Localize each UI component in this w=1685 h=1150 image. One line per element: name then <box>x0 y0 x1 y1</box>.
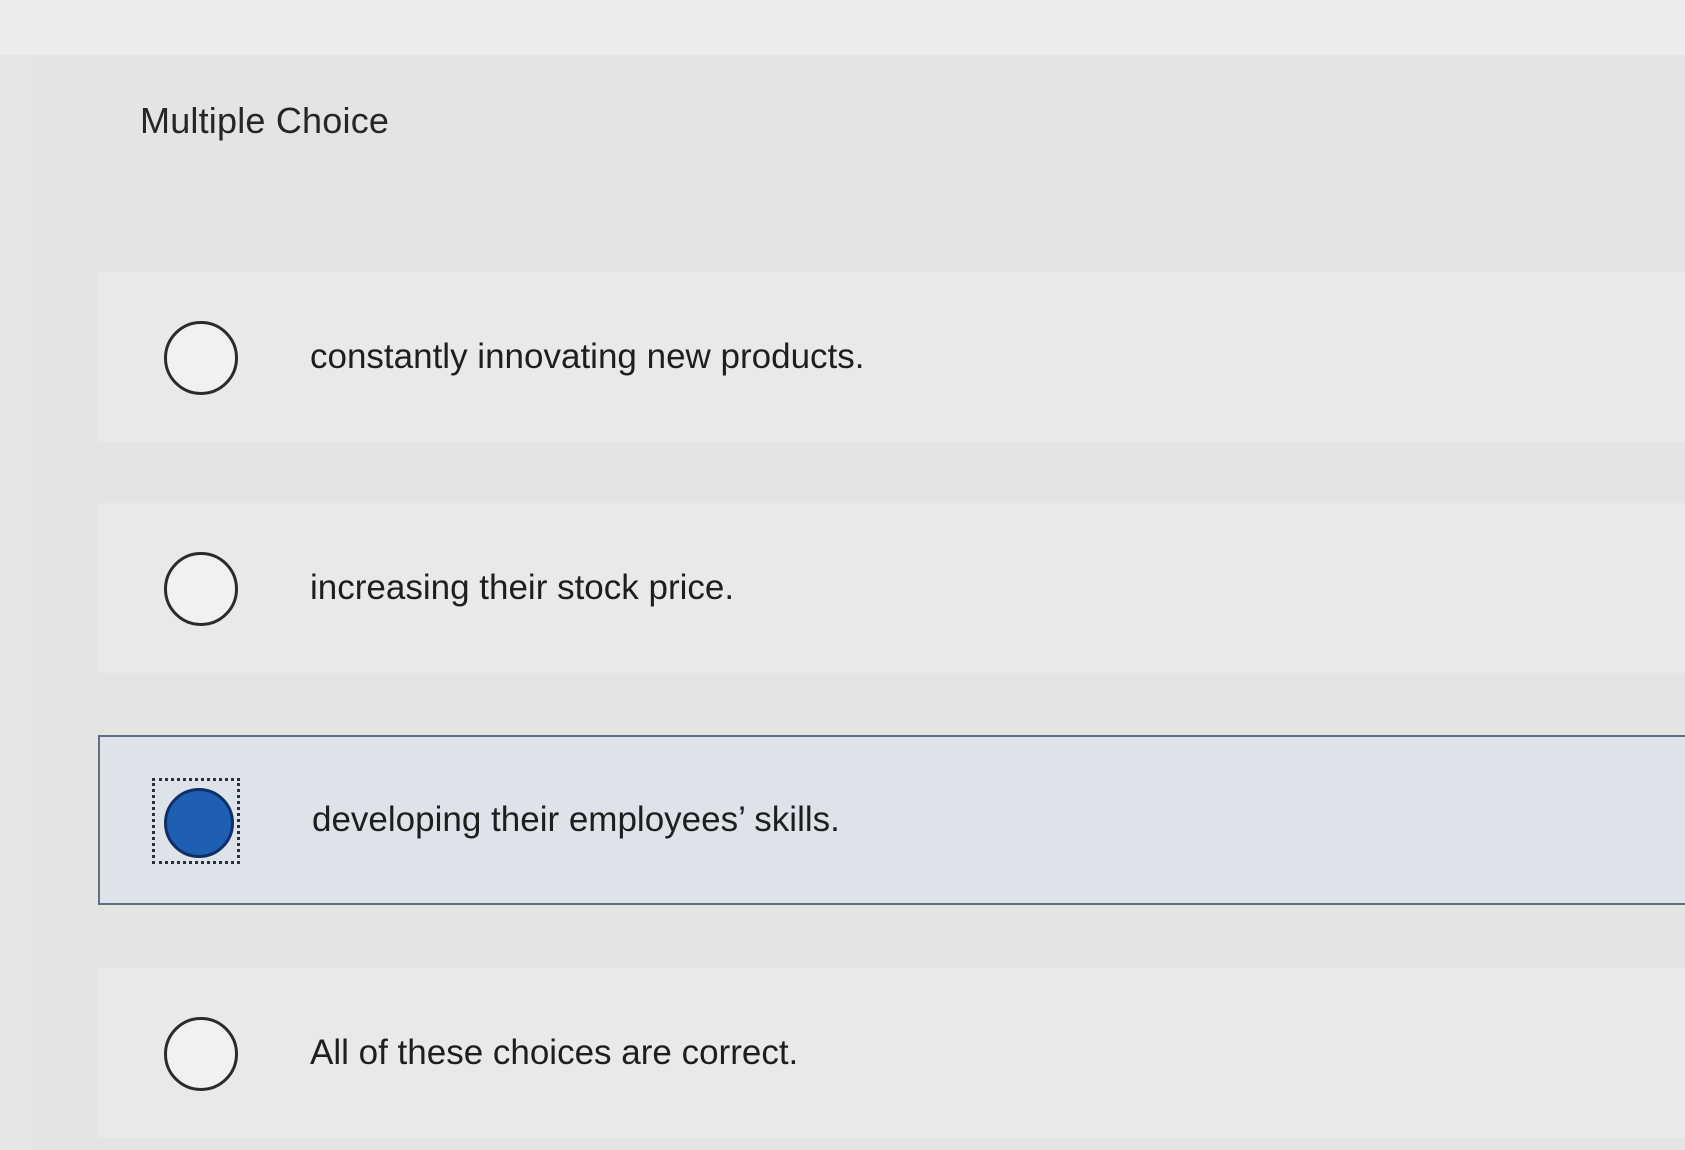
question-type-heading: Multiple Choice <box>140 100 390 141</box>
radio-button-checked-icon[interactable] <box>164 788 234 858</box>
radio-button-unchecked-icon[interactable] <box>164 552 238 626</box>
choice-label: developing their employees’ skills. <box>312 800 840 839</box>
page-top-band <box>0 0 1685 55</box>
radio-button-unchecked-icon[interactable] <box>164 1017 238 1091</box>
choice-option-2[interactable]: increasing their stock price. <box>98 503 1685 673</box>
focus-ring <box>152 778 240 864</box>
choice-label: constantly innovating new products. <box>310 337 865 376</box>
choice-option-1[interactable]: constantly innovating new products. <box>98 272 1685 442</box>
choice-option-3-selected[interactable]: developing their employees’ skills. <box>98 735 1685 905</box>
radio-button-unchecked-icon[interactable] <box>164 321 238 395</box>
choice-label: All of these choices are correct. <box>310 1033 799 1072</box>
choice-label: increasing their stock price. <box>310 568 735 607</box>
choice-option-4[interactable]: All of these choices are correct. <box>98 968 1685 1138</box>
